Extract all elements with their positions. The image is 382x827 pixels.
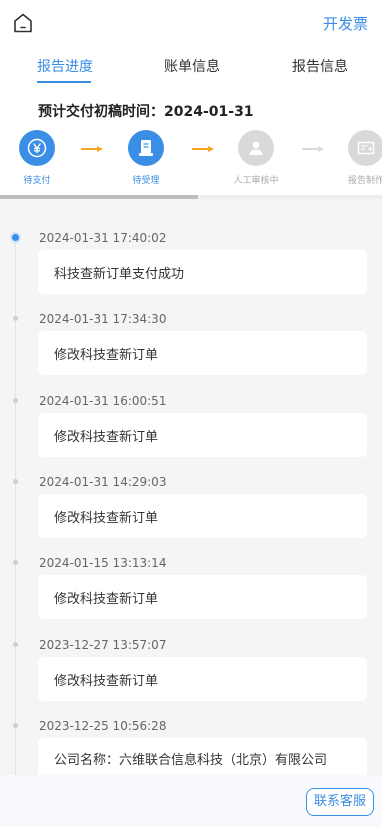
timeline-card: 修改科技查新订单 (38, 331, 367, 375)
yen-icon (27, 138, 47, 158)
contact-service-button[interactable]: 联系客服 (305, 788, 374, 816)
timeline-card: 公司名称：六维联合信息科技（北京）有限公司 (38, 738, 367, 775)
timeline-dot (13, 316, 18, 321)
tab-bar: 报告进度 账单信息 报告信息 (0, 56, 382, 86)
timeline-time: 2023-12-27 13:57:07 (39, 638, 167, 652)
timeline-dot-current (12, 234, 19, 241)
timeline-time: 2024-01-31 14:29:03 (39, 475, 167, 489)
tab-report-progress[interactable]: 报告进度 (37, 56, 93, 76)
step-label-pending-payment: 待支付 (23, 176, 51, 186)
step-label-pending-acceptance: 待受理 (132, 176, 160, 186)
timeline-card: 科技查新订单支付成功 (38, 250, 367, 294)
timeline-time: 2024-01-31 17:34:30 (39, 312, 167, 326)
home-icon[interactable] (12, 12, 34, 34)
step-pending-payment (19, 130, 55, 166)
timeline-card: 修改科技查新订单 (38, 494, 367, 538)
step-label-manual-review: 人工审核中 (233, 176, 279, 186)
bottom-bar: 联系客服 (0, 775, 382, 827)
timeline-dot (13, 479, 18, 484)
expected-delivery-date: 预计交付初稿时间：2024-01-31 (38, 104, 254, 120)
step-manual-review (238, 130, 274, 166)
timeline-time: 2024-01-15 13:13:14 (39, 556, 167, 570)
timeline-card: 修改科技查新订单 (38, 413, 367, 457)
document-icon (139, 140, 153, 156)
step-label-report-production: 报告制作 (347, 176, 382, 186)
certificate-icon (357, 141, 375, 155)
progress-timeline[interactable]: 2024-01-31 17:40:02 科技查新订单支付成功 2024-01-3… (0, 199, 382, 775)
timeline-dot (13, 560, 18, 565)
progress-steps[interactable]: 待支付 待受理 人工审核中 报告制作 (0, 126, 382, 188)
timeline-dot (13, 642, 18, 647)
arrow-icon (81, 146, 103, 152)
timeline-time: 2024-01-31 16:00:51 (39, 394, 167, 408)
timeline-card: 修改科技查新订单 (38, 657, 367, 701)
active-tab-indicator (37, 81, 91, 83)
step-pending-acceptance (128, 130, 164, 166)
step-report-production (348, 130, 382, 166)
tab-report-info[interactable]: 报告信息 (292, 56, 348, 76)
timeline-time: 2024-01-31 17:40:02 (39, 231, 167, 245)
timeline-dot (13, 398, 18, 403)
tab-billing-info[interactable]: 账单信息 (164, 56, 220, 76)
invoice-button[interactable]: 开发票 (323, 13, 368, 34)
top-bar: 开发票 (0, 0, 382, 44)
user-icon (249, 141, 263, 155)
timeline-time: 2023-12-25 10:56:28 (39, 719, 167, 733)
timeline-card: 修改科技查新订单 (38, 575, 367, 619)
arrow-icon (192, 146, 214, 152)
arrow-icon (302, 146, 324, 152)
timeline-dot (13, 723, 18, 728)
